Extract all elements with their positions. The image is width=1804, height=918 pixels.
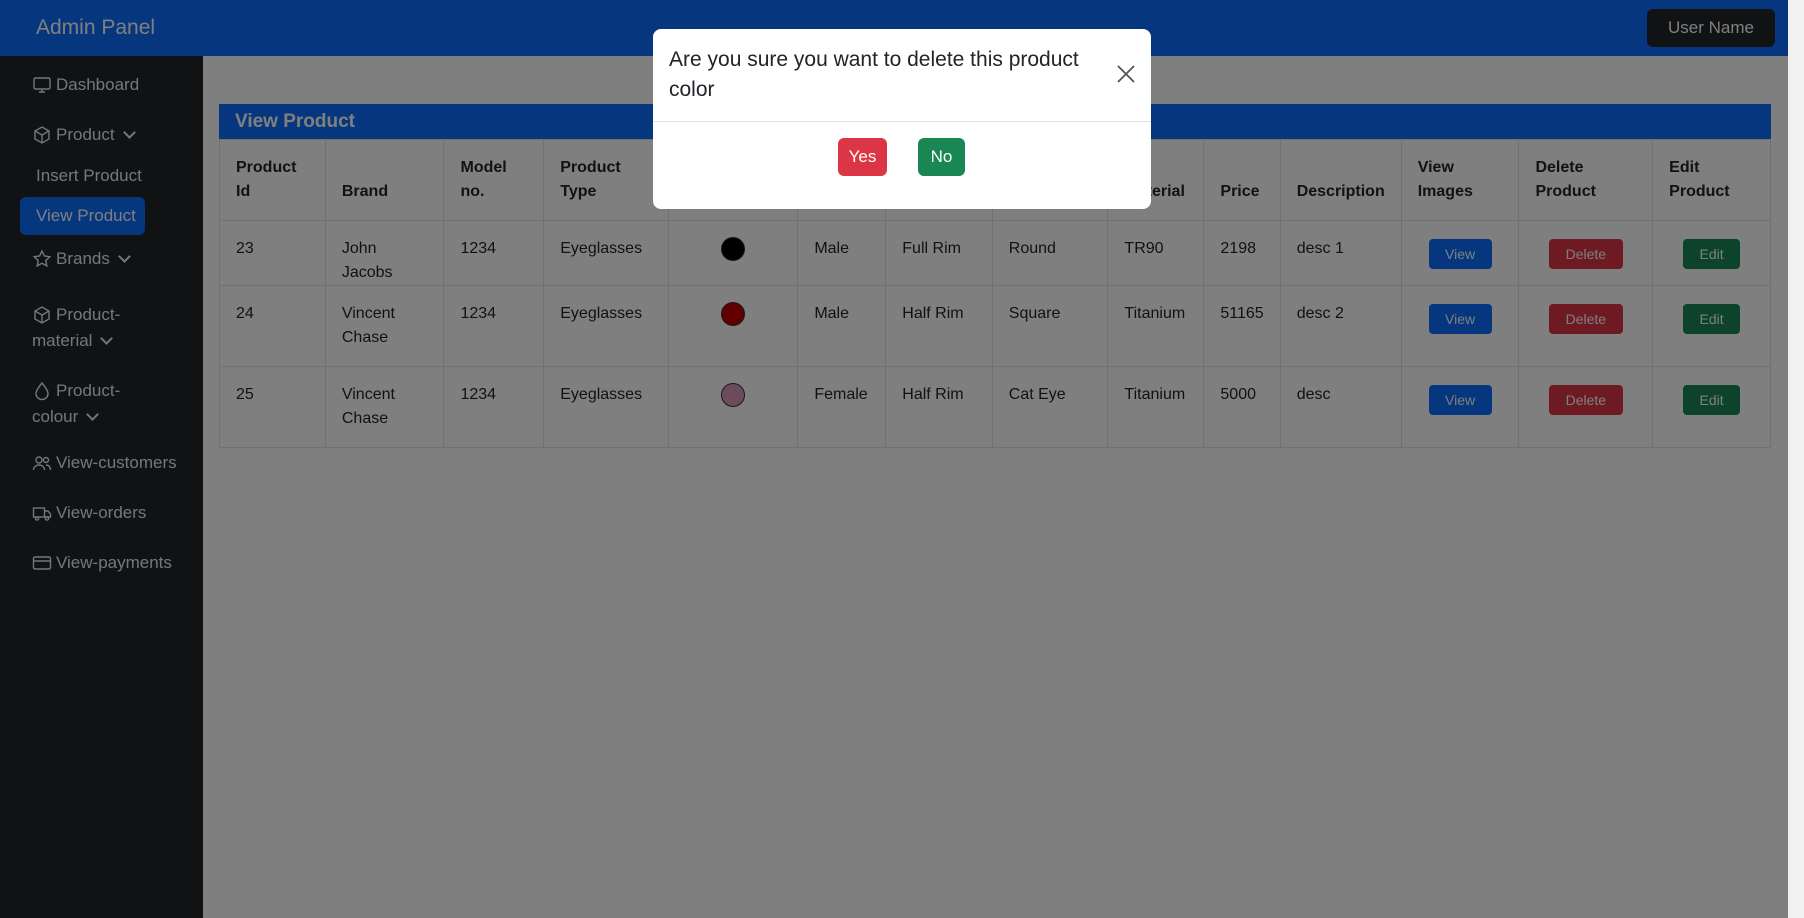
- yes-button[interactable]: Yes: [838, 138, 887, 176]
- dialog-divider: [653, 121, 1151, 122]
- no-button[interactable]: No: [918, 138, 965, 176]
- delete-confirm-dialog: Are you sure you want to delete this pro…: [653, 29, 1151, 209]
- page-scrollbar[interactable]: [1788, 0, 1804, 918]
- close-icon[interactable]: [1115, 63, 1137, 85]
- dialog-title: Are you sure you want to delete this pro…: [669, 48, 1079, 101]
